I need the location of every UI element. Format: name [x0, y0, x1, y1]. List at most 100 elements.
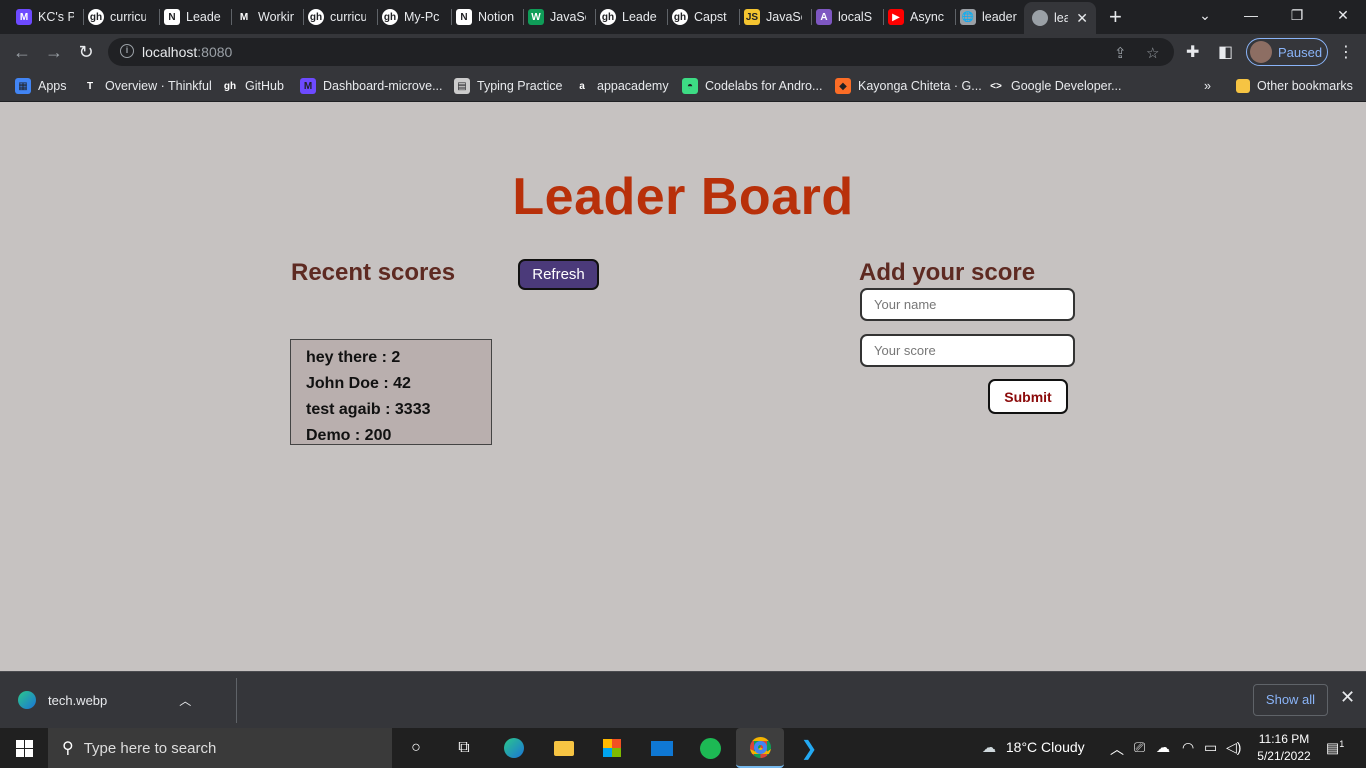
tab-favicon-icon: N [456, 9, 472, 25]
tab-divider [159, 9, 160, 25]
active-tab[interactable]: lea ✕ [1024, 2, 1096, 34]
notification-icon[interactable]: ▤1 [1326, 739, 1344, 757]
bookmark-label: Overview · Thinkful [105, 79, 212, 93]
file-explorer-icon[interactable] [551, 736, 577, 760]
browser-tab[interactable]: M Workin [236, 4, 298, 30]
browser-tab[interactable]: gh curricu [308, 4, 370, 30]
browser-tab[interactable]: AlocalS [816, 4, 878, 30]
browser-tab[interactable]: gh Leade [600, 4, 662, 30]
browser-tab[interactable]: N Leade [164, 4, 226, 30]
edge-icon[interactable] [501, 736, 527, 760]
browser-toolbar: ← → ↻ i localhost:8080 ⇪ ☆ ✚ ◧ Paused ⋮ [0, 34, 1366, 70]
side-panel-icon[interactable]: ◧ [1218, 42, 1233, 62]
vscode-icon[interactable]: ❯ [796, 736, 822, 760]
chrome-icon[interactable] [736, 728, 784, 768]
bookmark-star-icon[interactable]: ☆ [1146, 44, 1159, 62]
meet-now-icon[interactable]: ⎚ [1134, 739, 1145, 756]
bookmark-icon: a [579, 80, 585, 92]
tab-favicon-icon: 🌐 [960, 9, 976, 25]
onedrive-icon[interactable]: ☁ [1156, 739, 1170, 756]
taskbar-search[interactable]: ⚲ Type here to search [48, 728, 392, 768]
tab-favicon-icon: M [16, 9, 32, 25]
chevron-up-icon[interactable]: ︿ [179, 692, 191, 709]
new-tab-button[interactable]: + [1109, 4, 1122, 30]
url-host: localhost [142, 44, 198, 60]
download-item[interactable]: tech.webp ︿ [18, 691, 191, 709]
browser-tab[interactable]: 🌐 leader [960, 4, 1022, 30]
score-input[interactable] [860, 334, 1075, 367]
download-shelf: tech.webp ︿ Show all ✕ [0, 671, 1366, 728]
mail-icon[interactable] [649, 736, 675, 760]
tab-favicon-icon: gh [672, 9, 688, 25]
site-info-icon[interactable]: i [120, 44, 134, 58]
weather-widget[interactable]: ☁ 18°C Cloudy [982, 739, 1085, 756]
browser-tab[interactable]: gh curricu [88, 4, 150, 30]
wifi-icon[interactable]: ◠ [1182, 739, 1194, 756]
menu-icon[interactable]: ⋮ [1338, 42, 1354, 62]
browser-tab[interactable]: JS JavaSc [744, 4, 806, 30]
back-button[interactable]: ← [10, 40, 34, 64]
tab-divider [523, 9, 524, 25]
browser-tab[interactable]: gh Capst [672, 4, 734, 30]
bookmark-item[interactable]: gh GitHub [222, 76, 284, 96]
name-input[interactable] [860, 288, 1075, 321]
bookmark-item[interactable]: ◓ Codelabs for Andro... [682, 76, 822, 96]
bookmark-icon: T [86, 80, 94, 92]
windows-taskbar: ⚲ Type here to search ○ ⧉ ❯ ☁ 18°C Cloud… [0, 728, 1366, 768]
reload-button[interactable]: ↻ [74, 40, 98, 64]
bookmark-label: Typing Practice [477, 79, 563, 93]
address-bar[interactable]: i localhost:8080 ⇪ ☆ [108, 38, 1174, 66]
battery-icon[interactable]: ▭ [1204, 739, 1217, 756]
tab-divider [303, 9, 304, 25]
browser-tab[interactable]: W JavaSc [528, 4, 590, 30]
cloud-icon: ☁ [982, 739, 996, 755]
bookmark-item[interactable]: M Dashboard-microve... [300, 76, 443, 96]
tab-title: localS [838, 10, 873, 24]
tab-favicon-icon: W [528, 9, 544, 25]
clock[interactable]: 11:16 PM 5/21/2022 [1246, 731, 1322, 765]
tab-favicon-icon: gh [88, 9, 104, 25]
refresh-button[interactable]: Refresh [518, 259, 599, 290]
bookmark-label: Kayonga Chiteta · G... [858, 79, 982, 93]
profile-button[interactable]: Paused [1246, 38, 1328, 66]
bookmark-label: Google Developer... [1011, 79, 1122, 93]
show-all-button[interactable]: Show all [1253, 684, 1328, 716]
bookmark-item[interactable]: ◆ Kayonga Chiteta · G... [835, 76, 982, 96]
tab-search-icon[interactable]: ⌄ [1182, 0, 1228, 32]
close-tab-icon[interactable]: ✕ [1076, 10, 1088, 27]
store-icon[interactable] [599, 736, 625, 760]
folder-icon [1236, 79, 1250, 93]
profile-status: Paused [1278, 44, 1323, 60]
bookmark-item[interactable]: T Overview · Thinkful [82, 76, 212, 96]
browser-tab[interactable]: N Notion [456, 4, 518, 30]
close-icon[interactable]: ✕ [1340, 687, 1355, 708]
bookmark-item[interactable]: ▤ Typing Practice [454, 76, 562, 96]
bookmark-item[interactable]: a appacademy [574, 76, 669, 96]
close-window-button[interactable]: ✕ [1320, 0, 1366, 32]
volume-icon[interactable]: ◁) [1226, 739, 1241, 756]
tab-divider [955, 9, 956, 25]
bookmark-item[interactable]: <> Google Developer... [988, 76, 1122, 96]
bookmarks-overflow-button[interactable]: » [1204, 76, 1211, 96]
search-placeholder: Type here to search [83, 739, 217, 757]
submit-button[interactable]: Submit [988, 379, 1068, 414]
task-view-icon[interactable]: ⧉ [451, 736, 477, 760]
browser-tab[interactable]: gh My-Pc [382, 4, 444, 30]
bookmark-icon: ◓ [682, 78, 698, 94]
chevron-up-icon[interactable]: ︿ [1110, 739, 1124, 759]
minimize-button[interactable]: — [1228, 0, 1274, 32]
spotify-icon[interactable] [697, 736, 723, 760]
bookmark-icon: gh [223, 80, 237, 92]
extensions-icon[interactable]: ✚ [1186, 42, 1199, 62]
browser-tab[interactable]: M KC's P [16, 4, 78, 30]
bookmark-item[interactable]: ▦ Apps [15, 76, 67, 96]
bookmark-label: appacademy [597, 79, 669, 93]
cortana-icon[interactable]: ○ [403, 736, 429, 760]
windows-start-icon[interactable] [16, 740, 33, 757]
other-bookmarks[interactable]: Other bookmarks [1236, 76, 1353, 96]
forward-button[interactable]: → [42, 40, 66, 64]
bookmark-icon: ▤ [454, 78, 470, 94]
browser-tab[interactable]: ▶ Async [888, 4, 950, 30]
share-icon[interactable]: ⇪ [1114, 44, 1127, 62]
restore-button[interactable]: ❐ [1274, 0, 1320, 32]
